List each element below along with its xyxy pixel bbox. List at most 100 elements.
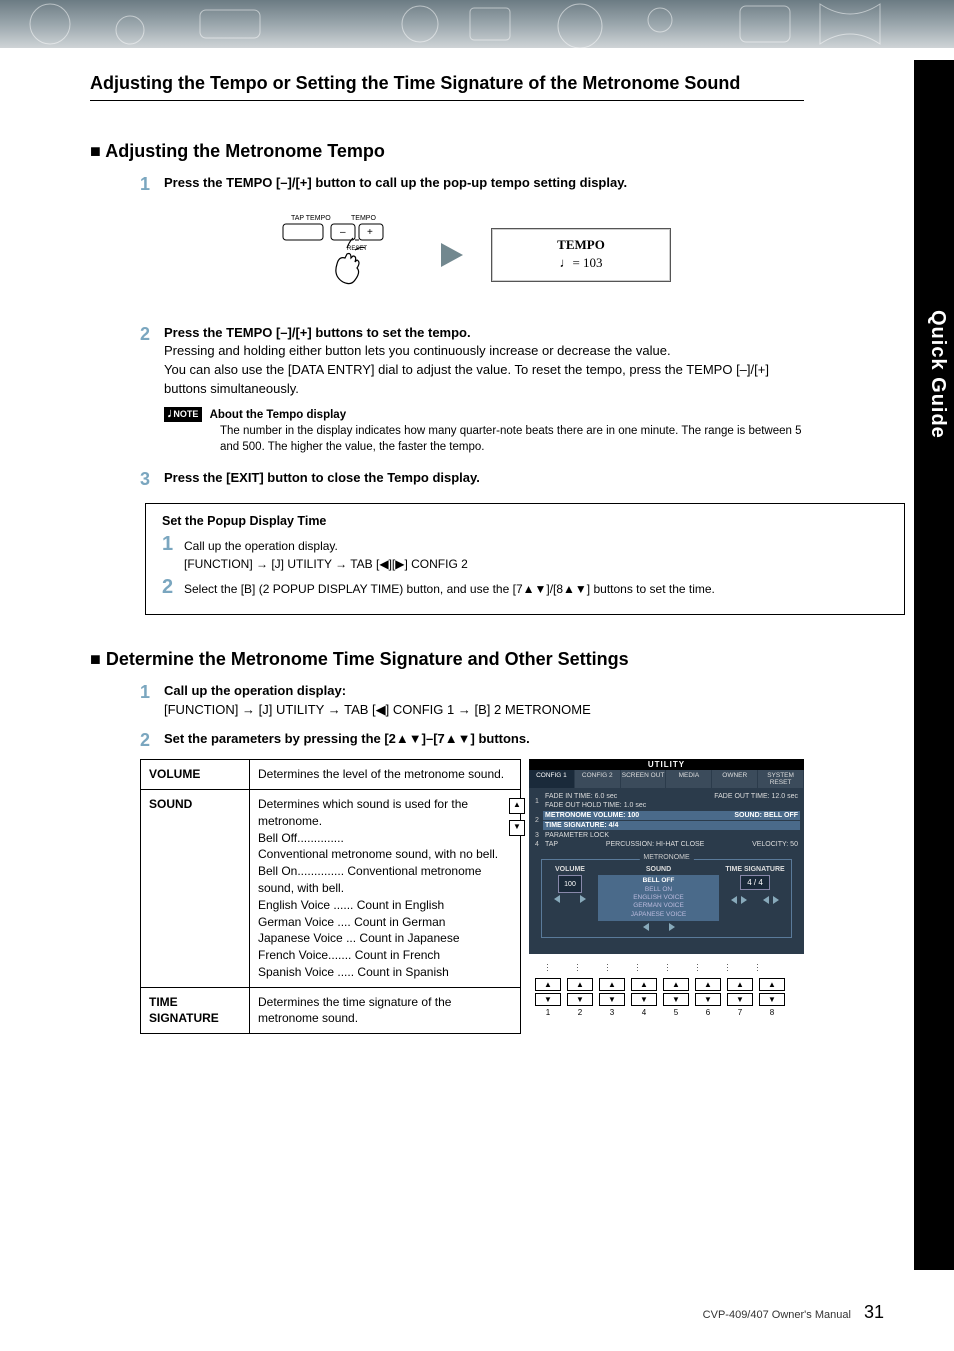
met-sound-col: SOUND BELL OFF BELL ON ENGLISH VOICE GER…	[598, 866, 719, 931]
panel-button-1[interactable]: ▲ ▼ 1	[535, 978, 561, 1017]
panel-button-6[interactable]: ▲ ▼ 6	[695, 978, 721, 1017]
section-a-title: ■ Adjusting the Metronome Tempo	[90, 141, 804, 162]
up-icon[interactable]: ▲	[727, 978, 753, 991]
sound-opt-belloff-k: Bell Off..............	[258, 831, 344, 845]
page-title: Adjusting the Tempo or Setting the Time …	[90, 73, 804, 101]
met-ts-value[interactable]: 4 / 4	[740, 875, 770, 890]
param-label-volume: VOLUME	[141, 760, 250, 790]
tempo-popup-display: TEMPO ♩= 103	[491, 228, 671, 282]
down-icon[interactable]: ▼	[663, 993, 689, 1006]
panel-button-7[interactable]: ▲ ▼ 7	[727, 978, 753, 1017]
up-icon[interactable]: ▲	[759, 978, 785, 991]
met-sound-list[interactable]: BELL OFF BELL ON ENGLISH VOICE GERMAN VO…	[598, 875, 719, 921]
step-a1: 1 Press the TEMPO [–]/[+] button to call…	[140, 174, 804, 196]
down-icon[interactable]: ▼	[695, 993, 721, 1006]
sound-opt-fr-v: Count in French	[355, 948, 440, 962]
met-sound-arrows[interactable]	[641, 923, 677, 931]
panel-button-3[interactable]: ▲ ▼ 3	[599, 978, 625, 1017]
step-num-b2: 2	[140, 730, 164, 752]
metronome-group: METRONOME VOLUME 100 SOUND BELL OFF	[541, 859, 792, 938]
metronome-group-title: METRONOME	[639, 854, 693, 861]
popup-box-title: Set the Popup Display Time	[162, 514, 888, 528]
footer-text: CVP-409/407 Owner's Manual	[703, 1309, 851, 1321]
up-icon[interactable]: ▲	[663, 978, 689, 991]
step-a2: 2 Press the TEMPO [–]/[+] buttons to set…	[140, 324, 804, 399]
met-ts-col: TIME SIGNATURE 4 / 4	[725, 866, 785, 904]
a-button[interactable]: ▲	[509, 798, 525, 814]
parameters-table: VOLUME Determines the level of the metro…	[140, 759, 521, 1034]
down-icon[interactable]: ▼	[535, 993, 561, 1006]
step-b1-title: Call up the operation display:	[164, 683, 346, 698]
page-header-banner	[0, 0, 954, 48]
step-b2-title: Set the parameters by pressing the [2▲▼]…	[164, 731, 530, 746]
step-a3: 3 Press the [EXIT] button to close the T…	[140, 469, 804, 491]
row2-sound: SOUND: BELL OFF	[734, 812, 798, 819]
step-a1-title: Press the TEMPO [–]/[+] button to call u…	[164, 175, 627, 190]
ts-arrow-r[interactable]	[761, 896, 781, 904]
step-num-b1: 1	[140, 682, 164, 704]
met-volume-title: VOLUME	[548, 866, 592, 873]
panel-button-5[interactable]: ▲ ▼ 5	[663, 978, 689, 1017]
sound-opt-ja-k: Japanese Voice ...	[258, 931, 356, 945]
row1-fadein: FADE IN TIME: 6.0 sec	[545, 793, 617, 800]
svg-text:TEMPO: TEMPO	[351, 215, 376, 222]
row4-tap: TAP	[545, 841, 558, 848]
step-num-2: 2	[140, 324, 164, 346]
svg-text:+: +	[367, 227, 373, 238]
down-icon[interactable]: ▼	[759, 993, 785, 1006]
ts-arrow-l[interactable]	[729, 896, 749, 904]
down-icon[interactable]: ▼	[567, 993, 593, 1006]
sound-list-item: ENGLISH VOICE	[600, 894, 717, 902]
popup-step-num-1: 1	[162, 534, 184, 554]
met-volume-value[interactable]: 100	[558, 875, 582, 893]
up-icon[interactable]: ▲	[599, 978, 625, 991]
tab-screenout[interactable]: SCREEN OUT	[621, 770, 667, 788]
page-number: 31	[864, 1302, 884, 1322]
side-tab-label: Quick Guide	[919, 310, 949, 439]
up-icon[interactable]: ▲	[631, 978, 657, 991]
tab-config2[interactable]: CONFIG 2	[575, 770, 621, 788]
step-num-3: 3	[140, 469, 164, 491]
row2-vol: METRONOME VOLUME: 100	[545, 812, 639, 819]
panel-button-8[interactable]: ▲ ▼ 8	[759, 978, 785, 1017]
step-a2-text1: Pressing and holding either button lets …	[164, 343, 671, 358]
panel-button-num: 3	[610, 1008, 614, 1017]
up-icon[interactable]: ▲	[695, 978, 721, 991]
tab-owner[interactable]: OWNER	[712, 770, 758, 788]
panel-button-2[interactable]: ▲ ▼ 2	[567, 978, 593, 1017]
step-num-1: 1	[140, 174, 164, 196]
popup-display-time-box: Set the Popup Display Time 1 Call up the…	[145, 503, 905, 615]
utility-title: UTILITY	[529, 759, 804, 770]
met-volume-arrows[interactable]	[552, 895, 588, 903]
down-icon[interactable]: ▼	[599, 993, 625, 1006]
down-icon[interactable]: ▼	[631, 993, 657, 1006]
panel-button-num: 1	[546, 1008, 550, 1017]
tempo-buttons-illustration: TAP TEMPO TEMPO – + RESET	[273, 210, 413, 300]
utility-body: ▲ ▼ 1 FADE IN TIME: 6.0 secFADE OUT TIME…	[529, 788, 804, 954]
tempo-diagram: TAP TEMPO TEMPO – + RESET TEMPO ♩= 103	[140, 210, 804, 300]
ab-buttons: ▲ ▼	[509, 798, 525, 842]
step-a3-title: Press the [EXIT] button to close the Tem…	[164, 470, 480, 485]
panel-button-num: 8	[770, 1008, 774, 1017]
note-title: About the Tempo display	[210, 409, 347, 421]
step-a2-text2: You can also use the [DATA ENTRY] dial t…	[164, 362, 769, 396]
tab-config1[interactable]: CONFIG 1	[529, 770, 575, 788]
tempo-popup-title: TEMPO	[496, 237, 666, 253]
sound-list-item: JAPANESE VOICE	[600, 911, 717, 919]
down-icon[interactable]: ▼	[727, 993, 753, 1006]
tab-media[interactable]: MEDIA	[666, 770, 712, 788]
sound-opt-es-v: Count in Spanish	[357, 965, 448, 979]
svg-text:TAP TEMPO: TAP TEMPO	[291, 215, 331, 222]
table-row: TIME SIGNATURE Determines the time signa…	[141, 987, 521, 1034]
up-icon[interactable]: ▲	[567, 978, 593, 991]
up-icon[interactable]: ▲	[535, 978, 561, 991]
note-block: 𝅘𝅥 NOTE About the Tempo display The numb…	[164, 407, 804, 455]
b-button[interactable]: ▼	[509, 820, 525, 836]
popup-step1-text: Call up the operation display.	[184, 539, 338, 553]
table-row: VOLUME Determines the level of the metro…	[141, 760, 521, 790]
sound-opt-fr-k: French Voice.......	[258, 948, 351, 962]
tab-sysreset[interactable]: SYSTEM RESET	[758, 770, 804, 788]
note-badge: 𝅘𝅥 NOTE	[164, 407, 202, 422]
sound-opt-en-k: English Voice ......	[258, 898, 353, 912]
panel-button-4[interactable]: ▲ ▼ 4	[631, 978, 657, 1017]
